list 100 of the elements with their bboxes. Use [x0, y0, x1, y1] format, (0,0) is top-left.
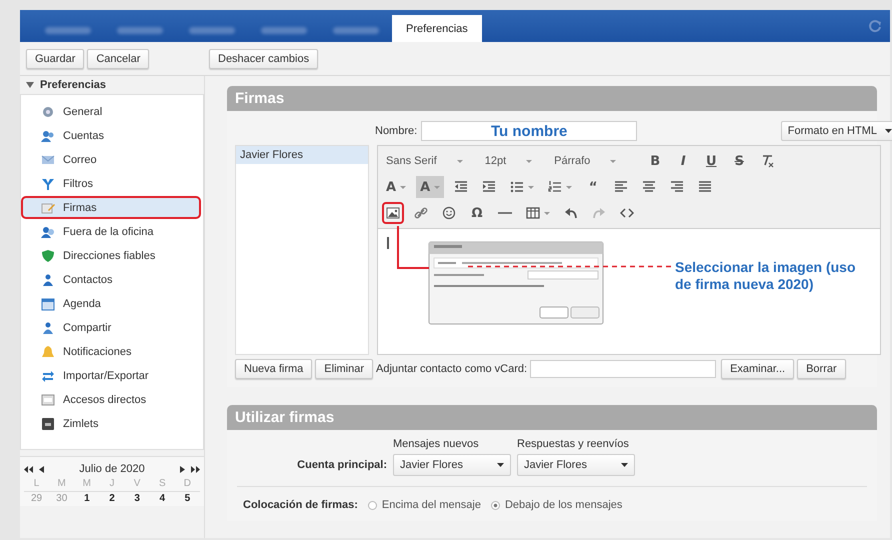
weekday-label: S — [150, 477, 175, 492]
indent-icon — [482, 180, 496, 194]
sidebar-item[interactable]: Accesos directos — [21, 388, 201, 411]
calendar-day[interactable]: 4 — [150, 492, 175, 506]
month-title: Julio de 2020 — [79, 463, 145, 475]
field-label: Colocación de firmas: — [243, 499, 358, 511]
signature-button[interactable]: Eliminar — [315, 359, 374, 379]
format-dropdown[interactable]: Formato en HTML — [780, 121, 892, 141]
sidebar-item[interactable]: Importar/Exportar — [21, 364, 201, 387]
toolbar-button[interactable]: Deshacer cambios — [209, 48, 318, 68]
panel-header: Utilizar firmas — [227, 405, 877, 430]
format-button[interactable]: A — [382, 176, 410, 198]
toolbar-button[interactable]: Cancelar — [87, 48, 150, 68]
shield-icon — [41, 248, 55, 262]
calendar-icon — [41, 296, 55, 310]
caret-icon — [610, 160, 616, 162]
weekday-label: M — [74, 477, 100, 492]
column-label: Mensajes nuevos — [393, 438, 479, 450]
panel-header: Firmas — [227, 86, 877, 111]
sidebar-item[interactable]: Contactos — [21, 268, 201, 291]
format-button[interactable]: A — [416, 176, 444, 198]
link-icon — [414, 206, 428, 220]
sidebar-item[interactable]: Filtros — [21, 172, 201, 195]
person-icon — [41, 320, 55, 334]
arrows-icon — [41, 368, 55, 382]
format-button[interactable]: Ω — [466, 202, 488, 224]
image-icon — [386, 206, 400, 220]
vcard-button[interactable]: Borrar — [797, 359, 846, 379]
bullet-list-icon — [510, 180, 524, 194]
callout-text: Seleccionar la imagen (uso de firma nueva 2020) — [675, 259, 857, 293]
box-icon — [41, 416, 55, 430]
text-cursor — [387, 237, 389, 249]
format-button[interactable]: U — [700, 150, 722, 172]
weekday-label: D — [174, 477, 200, 492]
keyboard-icon — [41, 392, 55, 406]
sidebar-item[interactable]: Correo — [21, 148, 201, 171]
radio-option[interactable]: Debajo de los mensajes — [490, 499, 622, 511]
double-right-arrow-icon — [190, 466, 200, 472]
signature-item[interactable]: Javier Flores — [236, 146, 368, 164]
field-label: Adjuntar contacto como vCard: — [376, 363, 528, 375]
name-field[interactable]: Tu nombre — [421, 121, 638, 141]
caret-icon — [526, 160, 532, 162]
smiley-icon — [442, 206, 456, 220]
sidebar-item[interactable]: Notificaciones — [21, 340, 201, 363]
sidebar-item[interactable]: Compartir — [21, 316, 201, 339]
align-right-icon — [670, 180, 684, 194]
weekday-label: M — [49, 477, 74, 492]
left-arrow-icon — [39, 466, 44, 472]
caret-icon — [528, 186, 534, 188]
people-icon — [41, 224, 55, 238]
field-label: Cuenta principal: — [297, 459, 387, 471]
signature-button[interactable]: Nueva firma — [235, 359, 312, 379]
font-dropdown[interactable]: Sans Serif — [382, 153, 467, 169]
vcard-field[interactable] — [530, 360, 716, 378]
calendar-day[interactable]: 5 — [174, 492, 200, 506]
sidebar-item[interactable]: General — [21, 100, 201, 123]
tab[interactable]: Preferencias — [392, 15, 482, 42]
format-button[interactable]: I — [672, 150, 694, 172]
filter-icon — [41, 176, 55, 190]
align-center-icon — [642, 180, 656, 194]
code-icon — [620, 206, 634, 220]
numbered-list-icon — [548, 180, 562, 194]
font-dropdown[interactable]: 12pt — [480, 153, 536, 169]
people-icon — [41, 128, 55, 142]
account-dropdown[interactable]: Javier Flores — [393, 454, 511, 476]
caret-icon — [497, 463, 504, 467]
gear-icon — [41, 104, 55, 118]
justify-icon — [698, 180, 712, 194]
format-button[interactable]: “ — [582, 176, 604, 198]
caret-icon — [456, 160, 463, 162]
tree-header[interactable]: Preferencias — [40, 79, 106, 91]
radio-option[interactable]: Encima del mensaje — [368, 499, 481, 511]
envelope-icon — [41, 152, 55, 166]
weekday-label: J — [99, 477, 125, 492]
column-label: Respuestas y reenvíos — [517, 438, 629, 450]
image-button[interactable] — [382, 202, 404, 224]
refresh-icon — [868, 19, 882, 33]
calendar-day[interactable]: 2 — [99, 492, 125, 506]
sidebar-item[interactable]: Cuentas — [21, 124, 201, 147]
sidebar-item[interactable]: Agenda — [21, 292, 201, 315]
sidebar-item[interactable]: Direcciones fiables — [21, 244, 201, 267]
outdent-icon — [454, 180, 468, 194]
sidebar-item[interactable]: Zimlets — [21, 412, 201, 435]
sidebar-item[interactable]: Firmas — [21, 196, 201, 219]
calendar-day[interactable]: 1 — [74, 492, 100, 506]
toolbar-button[interactable]: Guardar — [26, 48, 84, 68]
font-dropdown[interactable]: Párrafo — [550, 153, 620, 169]
align-left-icon — [614, 180, 628, 194]
caret-icon — [400, 186, 406, 188]
clear-format-icon — [760, 154, 774, 168]
pen-icon — [41, 200, 55, 214]
caret-icon — [566, 186, 572, 188]
vcard-button[interactable]: Examinar... — [721, 359, 794, 379]
calendar-day[interactable]: 3 — [124, 492, 150, 506]
format-button[interactable]: B — [644, 150, 666, 172]
caret-icon — [434, 186, 440, 188]
account-dropdown[interactable]: Javier Flores — [517, 454, 635, 476]
right-arrow-icon — [180, 466, 185, 472]
sidebar-item[interactable]: Fuera de la oficina — [21, 220, 201, 243]
format-button[interactable]: S — [728, 150, 750, 172]
